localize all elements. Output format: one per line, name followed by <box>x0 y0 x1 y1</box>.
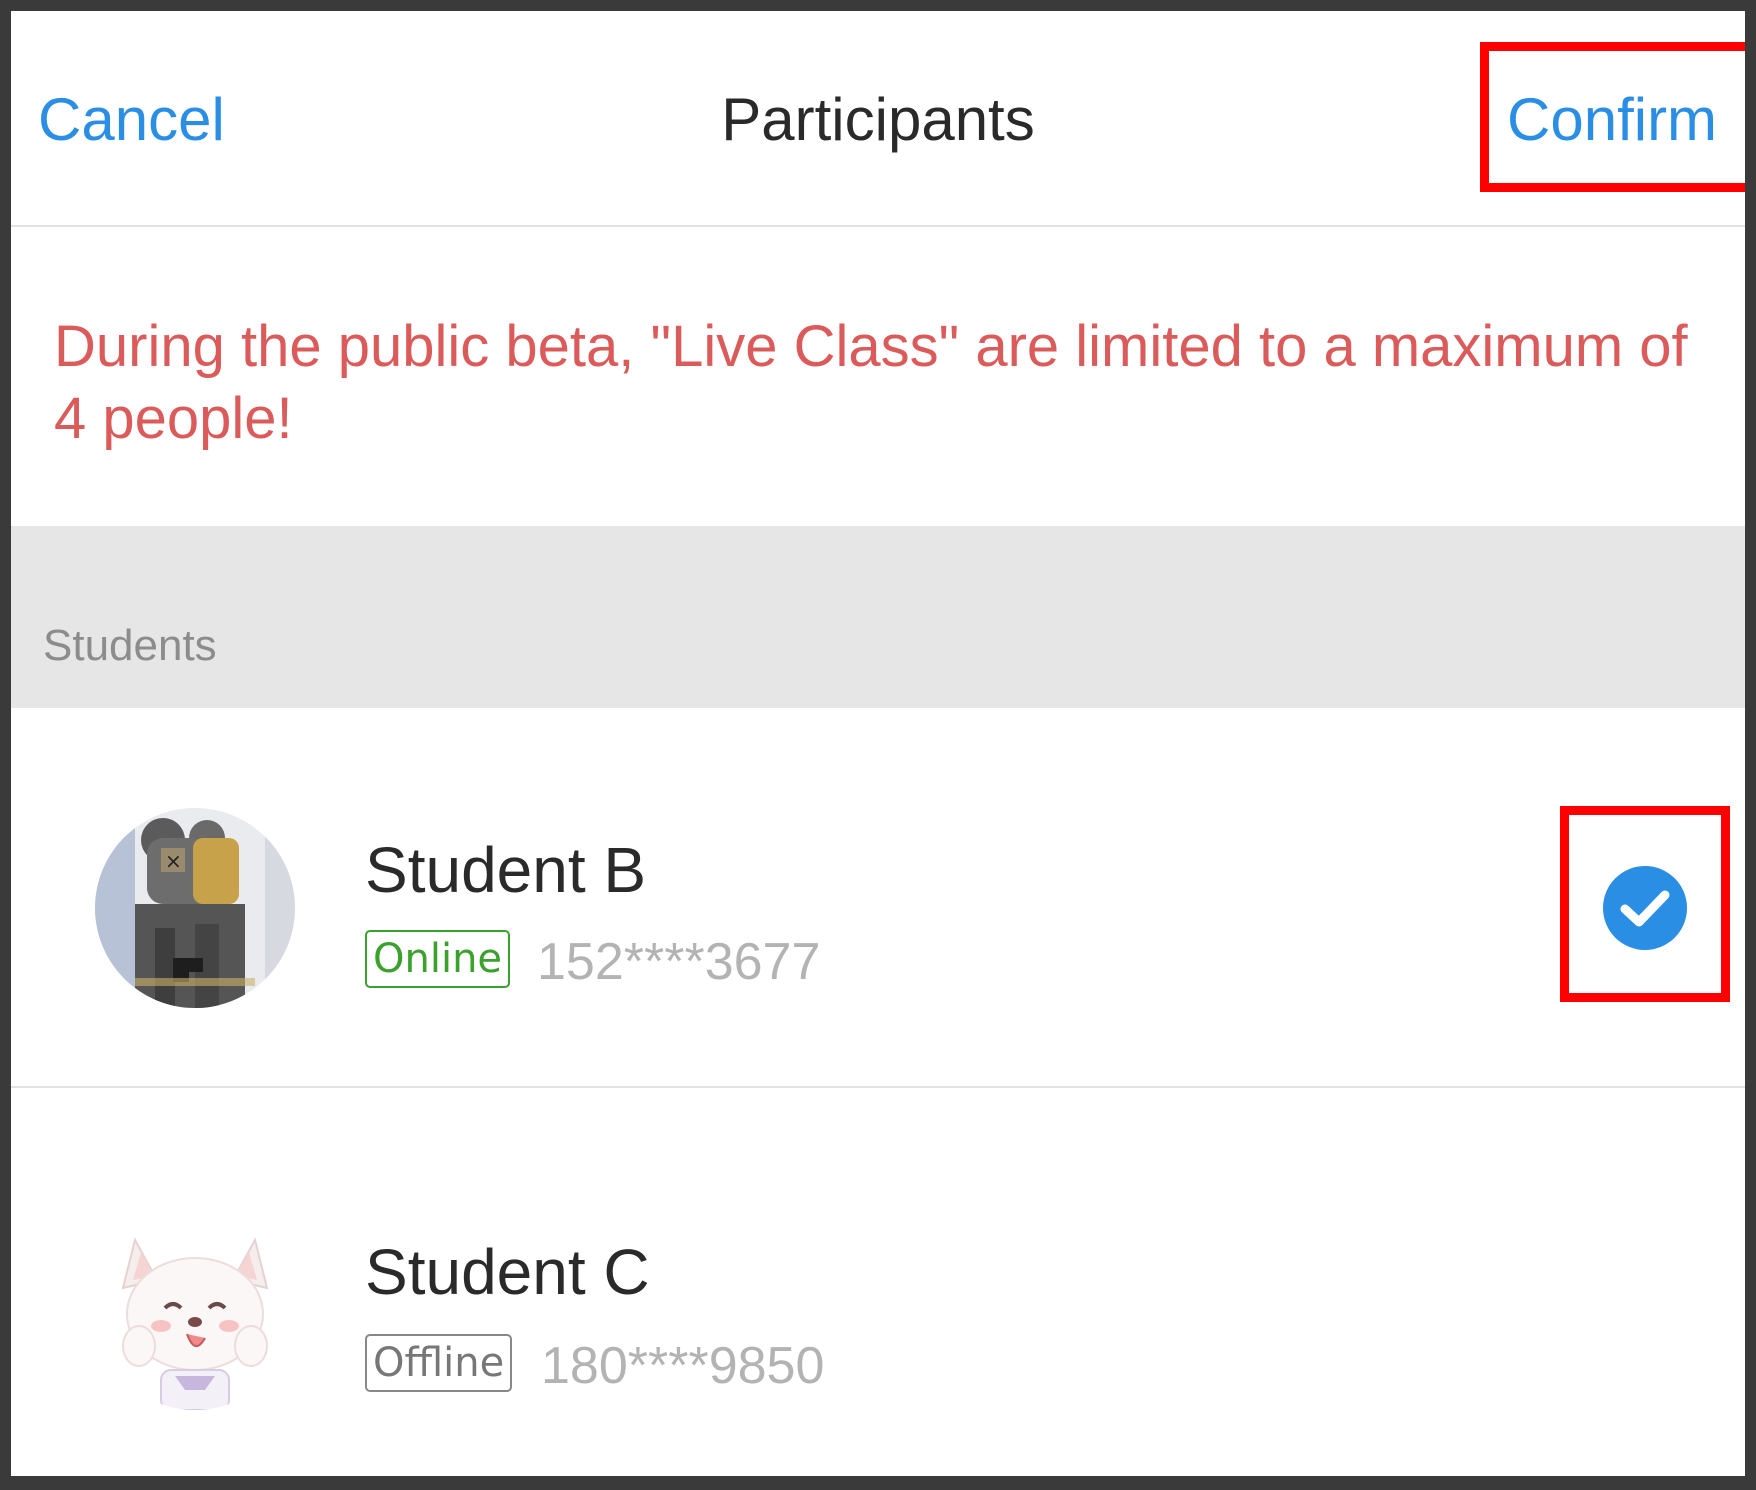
phone-number: 152****3677 <box>537 933 821 991</box>
student-row[interactable]: × Student B Online 152****3677 <box>11 708 1745 1088</box>
beta-limit-notice: During the public beta, "Live Class" are… <box>54 314 1688 451</box>
confirm-highlight-box <box>1480 42 1745 192</box>
phone-number: 180****9850 <box>541 1337 825 1395</box>
student-name: Student C <box>365 1236 650 1308</box>
student-row[interactable]: Student C Offline 180****9850 <box>11 1090 1745 1470</box>
participants-screen: Cancel Participants Confirm During the p… <box>11 11 1745 1476</box>
status-badge: Offline <box>365 1334 513 1392</box>
checkmark-highlight-box <box>1560 806 1730 1002</box>
svg-text:×: × <box>165 849 182 873</box>
white-dog-cartoon-avatar-icon <box>95 1210 295 1410</box>
status-badge: Online <box>365 930 511 988</box>
pixel-bear-figure-avatar-icon: × <box>95 808 295 1008</box>
section-label: Students <box>43 621 217 670</box>
student-name: Student B <box>365 834 647 906</box>
avatar: × <box>95 808 295 1008</box>
header-bar: Cancel Participants Confirm <box>11 11 1745 227</box>
avatar <box>95 1210 295 1410</box>
students-section-header: Students <box>11 526 1745 708</box>
